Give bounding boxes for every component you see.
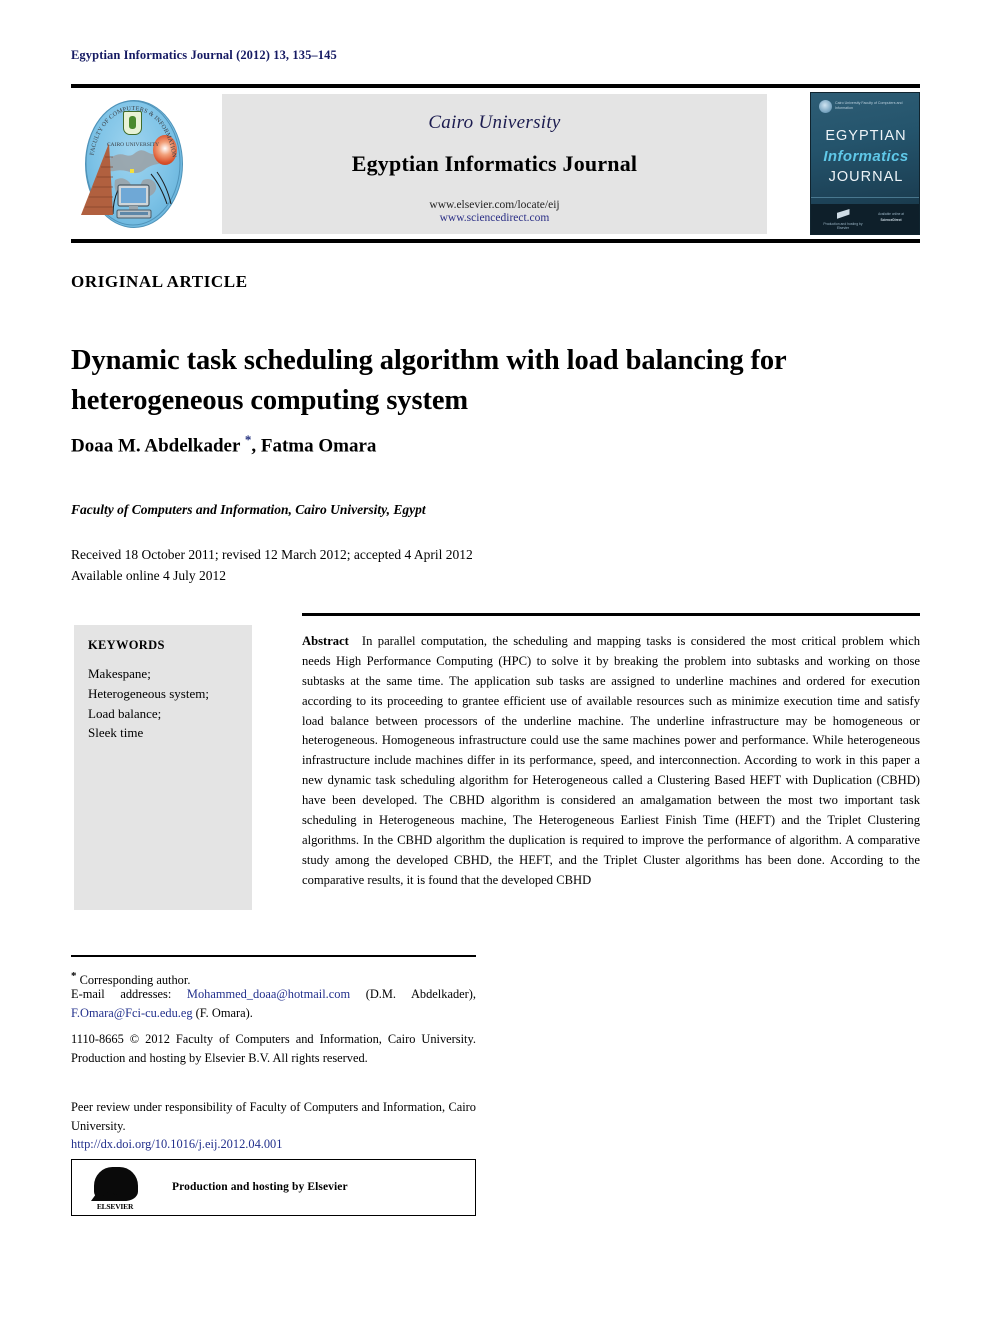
cairo-university-logo-icon: FACULTY OF COMPUTERS & INFORMATION CAIRO…: [71, 95, 195, 232]
masthead-elsevier-url[interactable]: www.elsevier.com/locate/eij: [222, 199, 767, 211]
email-addresses-note: E-mail addresses: Mohammed_doaa@hotmail.…: [71, 985, 476, 1022]
author-affiliation: Faculty of Computers and Information, Ca…: [71, 502, 426, 517]
email-link-2[interactable]: F.Omara@Fci-cu.edu.eg: [71, 1006, 193, 1020]
cover-footer-right-bottom: ScienceDirect: [880, 217, 902, 222]
masthead-university: Cairo University: [428, 112, 561, 133]
svg-text:CAIRO UNIVERSITY: CAIRO UNIVERSITY: [107, 142, 159, 148]
running-head: Egyptian Informatics Journal (2012) 13, …: [71, 48, 337, 62]
received-dates: Received 18 October 2011; revised 12 Mar…: [71, 547, 473, 562]
available-online-date: Available online 4 July 2012: [71, 567, 226, 583]
keywords-heading: KEYWORDS: [88, 638, 165, 652]
article-dates: Received 18 October 2011; revised 12 Mar…: [71, 545, 473, 587]
cover-line-3: JOURNAL: [828, 169, 904, 185]
journal-masthead: FACULTY OF COMPUTERS & INFORMATION CAIRO…: [71, 92, 920, 235]
keywords-list: Makespane; Heterogeneous system; Load ba…: [88, 666, 209, 741]
cover-line-2: Informatics: [823, 148, 909, 165]
email-link-1[interactable]: Mohammed_doaa@hotmail.com: [187, 987, 350, 1001]
page-title: Dynamic task scheduling algorithm with l…: [71, 345, 787, 416]
cover-footer-right-top: Available online at: [878, 212, 904, 216]
logo-ring-text: FACULTY OF COMPUTERS & INFORMATION CAIRO…: [89, 105, 178, 159]
peer-review-note: Peer review under responsibility of Facu…: [71, 1100, 476, 1133]
keywords-box: KEYWORDS Makespane; Heterogeneous system…: [74, 625, 252, 910]
email-label: E-mail addresses:: [71, 987, 187, 1001]
cover-emblem-caption: Cairo University Faculty of Computers an…: [835, 101, 903, 111]
production-hosting-box: ELSEVIER Production and hosting by Elsev…: [71, 1159, 476, 1216]
paper-page: Egyptian Informatics Journal (2012) 13, …: [0, 0, 992, 1323]
cover-divider: [811, 197, 919, 198]
email-owner-2: (F. Omara).: [192, 1005, 253, 1020]
copyright-note: 1110-8665 © 2012 Faculty of Computers an…: [71, 1032, 476, 1065]
cover-footer-left-text: Production and hosting by Elsevier: [823, 222, 863, 230]
email-owner-1: (D.M. Abdelkader),: [350, 987, 476, 1001]
masthead-journal-title: Egyptian Informatics Journal: [351, 151, 638, 176]
abstract-top-rule: [302, 613, 920, 616]
abstract-text: Abstract In parallel computation, the sch…: [302, 632, 920, 891]
production-hosting-text: Production and hosting by Elsevier: [172, 1181, 348, 1193]
svg-text:FACULTY OF COMPUTERS & INFORMA: FACULTY OF COMPUTERS & INFORMATION: [89, 105, 178, 159]
cover-footer: Production and hosting by Elsevier Avail…: [811, 204, 919, 234]
abstract-body: In parallel computation, the scheduling …: [302, 634, 920, 887]
elsevier-logo-icon: ELSEVIER: [88, 1165, 142, 1213]
masthead-banner: Cairo University Egyptian Informatics Jo…: [222, 94, 767, 234]
doi-link[interactable]: http://dx.doi.org/10.1016/j.eij.2012.04.…: [71, 1137, 282, 1152]
author-second: , Fatma Omara: [251, 435, 377, 457]
masthead-sciencedirect-url[interactable]: www.sciencedirect.com: [222, 212, 767, 224]
cover-emblem-icon: [819, 100, 832, 113]
author-list: Doaa M. Abdelkader *, Fatma Omara: [71, 432, 376, 457]
article-type-label: ORIGINAL ARTICLE: [71, 272, 248, 291]
footnote-rule: [71, 955, 476, 957]
masthead-top-rule: [71, 84, 920, 88]
journal-cover-thumbnail: Cairo University Faculty of Computers an…: [810, 92, 920, 235]
abstract-label: Abstract: [302, 634, 349, 648]
cover-line-1: EGYPTIAN: [825, 128, 907, 144]
cover-elsevier-mark: Production and hosting by Elsevier: [821, 209, 865, 230]
cover-sciencedirect-mark: Available online at ScienceDirect: [867, 212, 915, 224]
elsevier-wordmark: ELSEVIER: [96, 1202, 134, 1211]
author-first: Doaa M. Abdelkader: [71, 435, 245, 457]
masthead-bottom-rule: [71, 239, 920, 243]
